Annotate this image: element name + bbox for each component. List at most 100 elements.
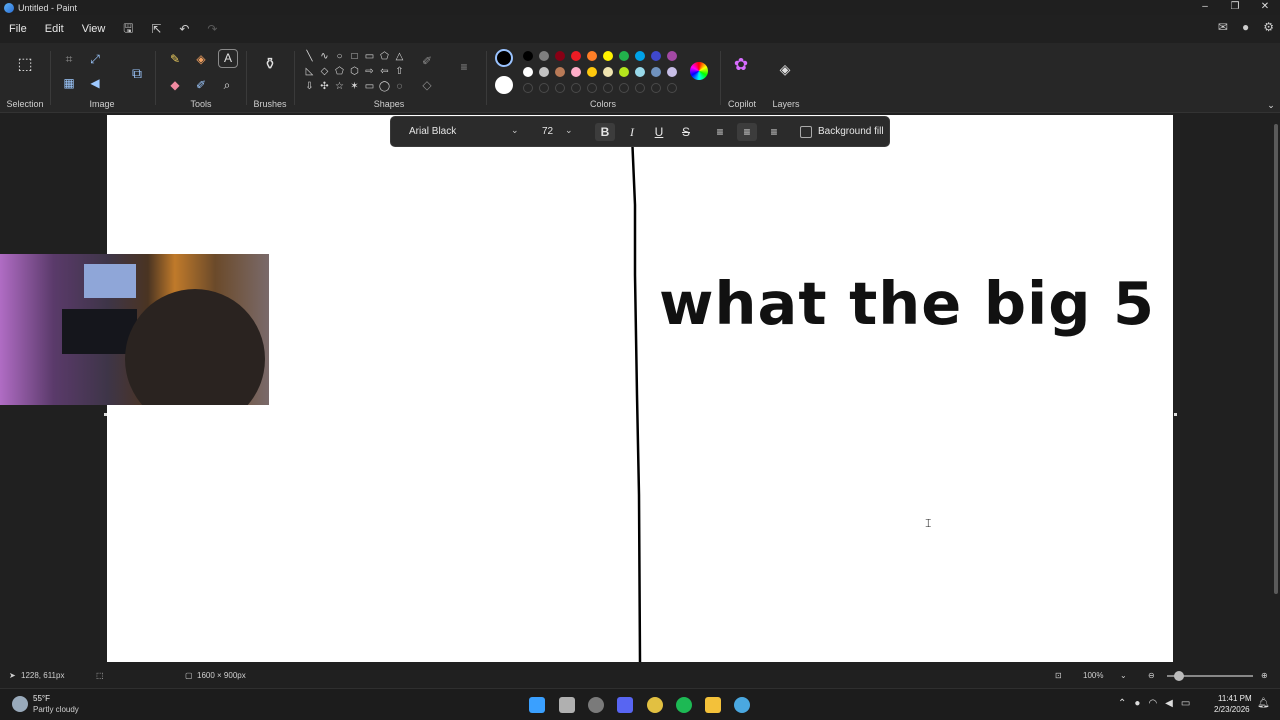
eraser-icon[interactable]: ◆ bbox=[166, 77, 184, 93]
custom-color-slot[interactable] bbox=[619, 83, 629, 93]
color-swatch[interactable] bbox=[667, 67, 677, 77]
remove-background-icon[interactable]: ▦ bbox=[60, 75, 78, 91]
color-swatch[interactable] bbox=[555, 51, 565, 61]
chevron-down-icon[interactable]: ⌄ bbox=[511, 125, 519, 136]
shape-option-18[interactable]: ▭ bbox=[362, 79, 377, 94]
color-swatch[interactable] bbox=[539, 51, 549, 61]
shape-option-17[interactable]: ✶ bbox=[347, 79, 362, 94]
color-swatch[interactable] bbox=[667, 51, 677, 61]
weather-temperature[interactable]: 55°F bbox=[33, 694, 50, 703]
color-swatch[interactable] bbox=[523, 51, 533, 61]
custom-color-slot[interactable] bbox=[523, 83, 533, 93]
color-swatch[interactable] bbox=[619, 51, 629, 61]
minimize-button[interactable]: – bbox=[1190, 0, 1220, 15]
bold-button[interactable]: B bbox=[595, 123, 615, 141]
crop-icon[interactable]: ⌗ bbox=[60, 51, 78, 67]
settings-gear-icon[interactable]: ⚙ bbox=[1263, 20, 1274, 34]
canvas-text-box[interactable]: what the big 5 bbox=[659, 269, 1155, 338]
layers-icon[interactable]: ◈ bbox=[776, 61, 794, 77]
color-swatch[interactable] bbox=[635, 67, 645, 77]
align-left-icon[interactable]: ≡ bbox=[710, 123, 730, 141]
brush-icon[interactable]: ⚱ bbox=[261, 57, 279, 73]
custom-color-slot[interactable] bbox=[539, 83, 549, 93]
underline-button[interactable]: U bbox=[649, 123, 669, 141]
shape-option-20[interactable]: ◌ bbox=[392, 79, 407, 94]
primary-color-swatch[interactable] bbox=[495, 49, 513, 67]
shape-option-7[interactable]: ◺ bbox=[302, 64, 317, 79]
show-hidden-icons-icon[interactable]: ⌃ bbox=[1118, 698, 1126, 709]
custom-color-slot[interactable] bbox=[635, 83, 645, 93]
resize-icon[interactable]: ⤢ bbox=[86, 51, 104, 67]
shape-option-0[interactable]: ╲ bbox=[302, 49, 317, 64]
align-right-icon[interactable]: ≡ bbox=[764, 123, 784, 141]
task-view-icon[interactable] bbox=[559, 697, 575, 713]
font-family-dropdown[interactable]: Arial Black bbox=[409, 126, 456, 137]
color-swatch[interactable] bbox=[619, 67, 629, 77]
text-tool-icon[interactable]: A bbox=[218, 49, 238, 68]
vertical-scrollbar[interactable] bbox=[1274, 124, 1278, 594]
secondary-color-swatch[interactable] bbox=[495, 76, 513, 94]
chevron-down-icon[interactable]: ⌄ bbox=[565, 125, 573, 136]
shape-option-3[interactable]: □ bbox=[347, 49, 362, 64]
account-icon[interactable]: ● bbox=[1242, 20, 1249, 34]
maximize-button[interactable]: ❐ bbox=[1220, 0, 1250, 15]
color-swatch[interactable] bbox=[587, 67, 597, 77]
zoom-in-icon[interactable]: ⊕ bbox=[1261, 671, 1268, 680]
zoom-level-dropdown[interactable]: 100% bbox=[1083, 671, 1103, 680]
shape-option-4[interactable]: ▭ bbox=[362, 49, 377, 64]
microphone-icon[interactable]: ● bbox=[1134, 698, 1140, 709]
weather-description[interactable]: Partly cloudy bbox=[33, 705, 79, 714]
font-size-dropdown[interactable]: 72 bbox=[542, 126, 553, 137]
background-fill-checkbox[interactable] bbox=[800, 126, 812, 138]
spotify-icon[interactable] bbox=[676, 697, 692, 713]
shape-option-11[interactable]: ⇨ bbox=[362, 64, 377, 79]
selection-rectangle-icon[interactable]: ⬚ bbox=[16, 57, 34, 73]
italic-button[interactable]: I bbox=[622, 123, 642, 141]
shape-size-icon[interactable]: ≡ bbox=[455, 59, 473, 75]
color-swatch[interactable] bbox=[651, 67, 661, 77]
magnifier-icon[interactable]: ⌕ bbox=[218, 77, 236, 93]
custom-color-slot[interactable] bbox=[667, 83, 677, 93]
fill-icon[interactable]: ◇ bbox=[418, 77, 436, 93]
edit-colors-wheel-icon[interactable] bbox=[690, 62, 708, 80]
align-center-icon[interactable]: ≡ bbox=[737, 123, 757, 141]
start-windows-icon[interactable] bbox=[529, 697, 545, 713]
shape-option-2[interactable]: ○ bbox=[332, 49, 347, 64]
color-swatch[interactable] bbox=[587, 51, 597, 61]
obs-icon[interactable] bbox=[588, 697, 604, 713]
weather-icon[interactable] bbox=[12, 696, 28, 712]
fit-to-window-icon[interactable]: ⊡ bbox=[1055, 671, 1062, 680]
chevron-down-icon[interactable]: ⌄ bbox=[1120, 671, 1127, 680]
rotate-icon[interactable]: ◀ bbox=[86, 75, 104, 91]
volume-icon[interactable]: ◀ bbox=[1165, 698, 1173, 709]
menu-view[interactable]: View bbox=[73, 23, 115, 35]
shape-option-6[interactable]: △ bbox=[392, 49, 407, 64]
share-icon[interactable]: ⇱ bbox=[142, 22, 170, 36]
discord-icon[interactable] bbox=[617, 697, 633, 713]
color-swatch[interactable] bbox=[651, 51, 661, 61]
notification-bell-icon[interactable]: 🔔︎ bbox=[1257, 698, 1270, 709]
menu-edit[interactable]: Edit bbox=[36, 23, 73, 35]
clock-date[interactable]: 2/23/2026 bbox=[1214, 705, 1250, 714]
shape-option-5[interactable]: ⬠ bbox=[377, 49, 392, 64]
color-swatch[interactable] bbox=[539, 67, 549, 77]
pencil-icon[interactable]: ✎ bbox=[166, 51, 184, 67]
color-swatch[interactable] bbox=[523, 67, 533, 77]
strikethrough-button[interactable]: S bbox=[676, 123, 696, 141]
shape-option-1[interactable]: ∿ bbox=[317, 49, 332, 64]
save-icon[interactable]: 🖫 bbox=[114, 19, 142, 40]
collapse-ribbon-icon[interactable]: ⌄ bbox=[1262, 97, 1280, 113]
shape-option-13[interactable]: ⇧ bbox=[392, 64, 407, 79]
zoom-slider-handle[interactable] bbox=[1174, 671, 1184, 681]
color-swatch[interactable] bbox=[571, 67, 581, 77]
color-swatch[interactable] bbox=[555, 67, 565, 77]
custom-color-slot[interactable] bbox=[555, 83, 565, 93]
zoom-out-icon[interactable]: ⊖ bbox=[1148, 671, 1155, 680]
redo-icon[interactable]: ↷ bbox=[198, 22, 226, 36]
color-swatch[interactable] bbox=[603, 51, 613, 61]
color-swatch[interactable] bbox=[635, 51, 645, 61]
shape-option-14[interactable]: ⇩ bbox=[302, 79, 317, 94]
clock-time[interactable]: 11:41 PM bbox=[1218, 694, 1252, 703]
feedback-icon[interactable]: ✉ bbox=[1218, 20, 1228, 34]
color-swatch[interactable] bbox=[571, 51, 581, 61]
